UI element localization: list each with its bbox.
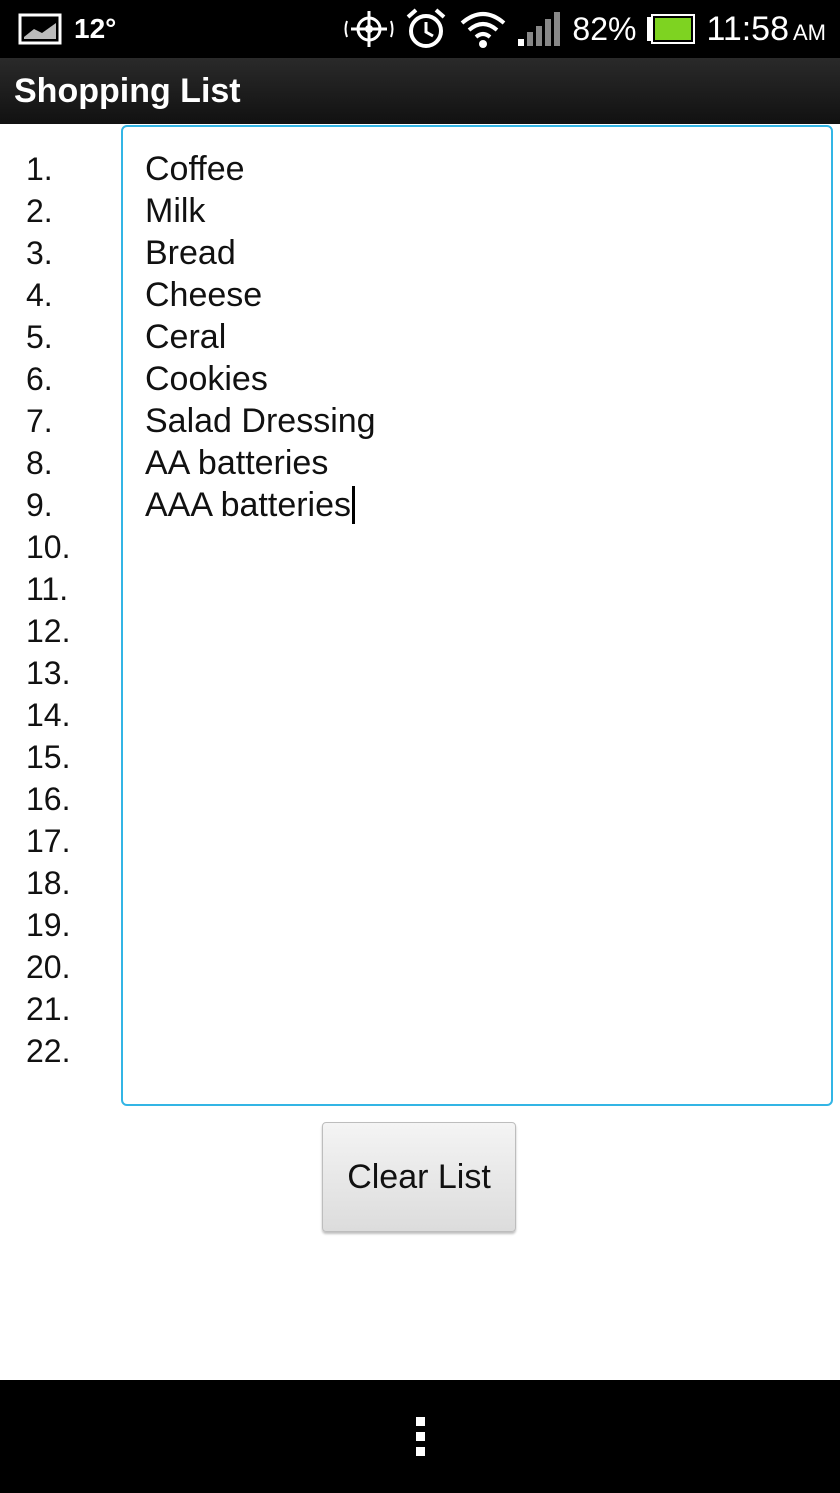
signal-icon <box>518 12 562 46</box>
line-number: 11. <box>26 571 69 607</box>
text-caret <box>352 486 356 524</box>
line-number: 2. <box>26 193 53 229</box>
line-number: 17. <box>26 823 71 859</box>
wifi-icon <box>458 9 508 49</box>
line-number: 1. <box>26 151 53 187</box>
list-item: AAA batteries <box>145 486 352 524</box>
line-number: 9. <box>26 487 53 523</box>
editor-content: Coffee Milk Bread Cheese Ceral Cookies S… <box>145 148 376 526</box>
battery-percent: 82% <box>572 10 637 47</box>
line-number: 22. <box>26 1033 71 1069</box>
line-number: 20. <box>26 949 71 985</box>
menu-overflow-icon[interactable] <box>415 1417 425 1456</box>
app-title: Shopping List <box>14 71 241 110</box>
clear-list-button[interactable]: Clear List <box>322 1122 516 1232</box>
line-numbers: 1. 2. 3. 4. 5. 6. 7. 8. 9. 10. 11. 12. 1… <box>26 148 70 1072</box>
list-item: Coffee <box>145 150 245 188</box>
clock-time: 11:58 <box>706 9 789 48</box>
line-number: 18. <box>26 865 71 901</box>
line-number: 14. <box>26 697 71 733</box>
battery-icon <box>646 14 696 44</box>
line-number: 21. <box>26 991 71 1027</box>
alarm-icon <box>404 7 448 51</box>
list-item: Cookies <box>145 360 268 398</box>
line-number: 3. <box>26 235 53 271</box>
line-number: 15. <box>26 739 71 775</box>
list-item: Bread <box>145 234 236 272</box>
clock-ampm: AM <box>793 19 826 45</box>
line-number: 12. <box>26 613 71 649</box>
shopping-list-textarea[interactable]: Coffee Milk Bread Cheese Ceral Cookies S… <box>121 125 833 1106</box>
line-number: 4. <box>26 277 53 313</box>
weather-icon <box>18 13 62 45</box>
line-number: 13. <box>26 655 71 691</box>
clock: 11:58 AM <box>706 10 826 49</box>
list-item-last: AAA batteries <box>145 484 376 526</box>
navigation-bar <box>0 1380 840 1493</box>
gps-icon <box>344 9 394 49</box>
line-number: 19. <box>26 907 71 943</box>
line-number: 5. <box>26 319 53 355</box>
status-bar: 12° 82% 11:58 AM <box>0 0 840 58</box>
line-number: 6. <box>26 361 53 397</box>
list-item: Milk <box>145 192 206 230</box>
line-number: 16. <box>26 781 71 817</box>
list-item: Cheese <box>145 276 263 314</box>
list-item: Salad Dressing <box>145 402 376 440</box>
list-item: Ceral <box>145 318 227 356</box>
line-number: 8. <box>26 445 53 481</box>
line-number: 7. <box>26 403 53 439</box>
weather-temperature: 12° <box>74 13 117 44</box>
list-item: AA batteries <box>145 444 329 482</box>
action-bar: Shopping List <box>0 58 840 124</box>
line-number: 10. <box>26 529 71 565</box>
